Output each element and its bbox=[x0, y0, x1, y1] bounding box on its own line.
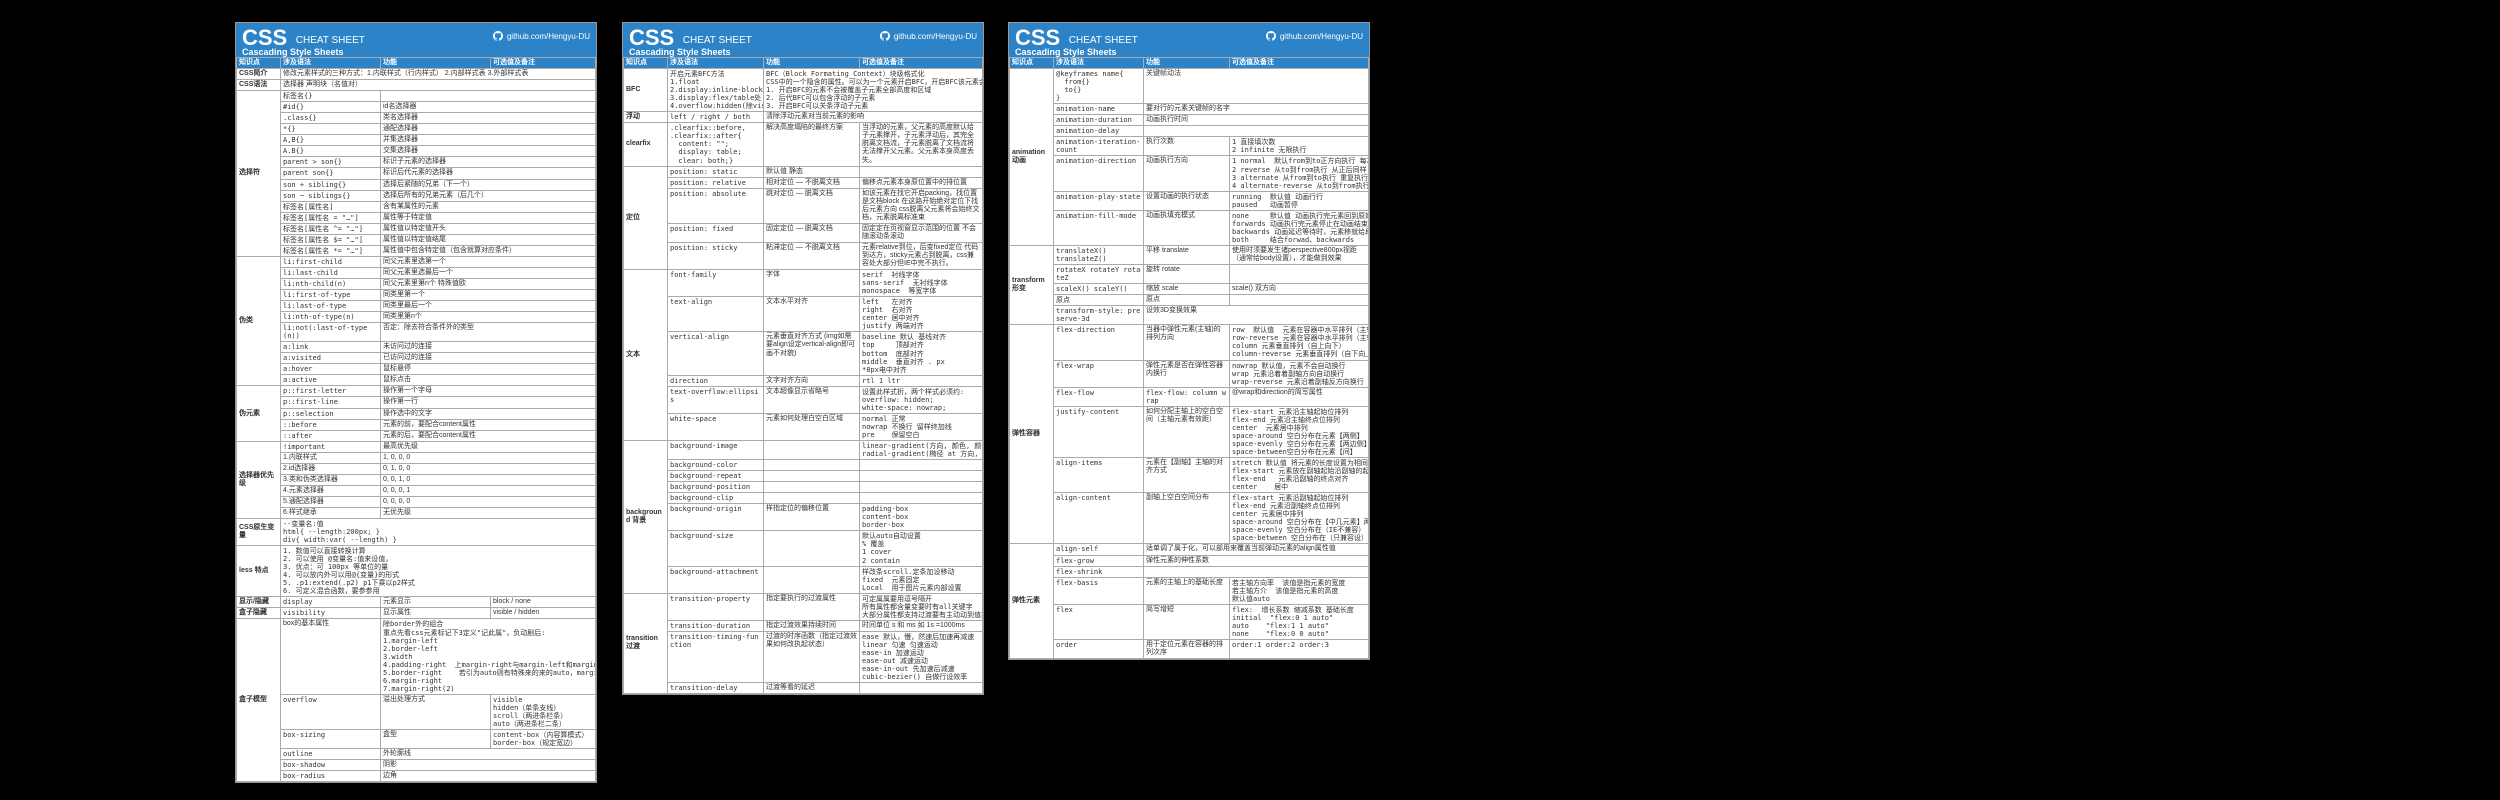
title-sub: CHEAT SHEET bbox=[296, 35, 365, 46]
cheatsheet-page-2: CSS CHEAT SHEET Cascading Style Sheets g… bbox=[622, 22, 984, 695]
github-link[interactable]: github.com/Hengyu-DU bbox=[1266, 31, 1363, 41]
header: CSS CHEAT SHEET Cascading Style Sheets g… bbox=[623, 23, 983, 57]
github-icon bbox=[880, 31, 890, 41]
col-2: 涉及语法 bbox=[281, 58, 381, 69]
title-line2: Cascading Style Sheets bbox=[242, 47, 590, 57]
title-big: CSS bbox=[242, 27, 287, 49]
header: CSS CHEAT SHEET Cascading Style Sheets g… bbox=[1009, 23, 1369, 57]
table-page-1: 知识点 涉及语法 功能 可选值及备注 CSS简介修改元素样式的三种方式：1.内联… bbox=[236, 57, 596, 782]
header: CSS CHEAT SHEET Cascading Style Sheets g… bbox=[236, 23, 596, 57]
col-3: 功能 bbox=[381, 58, 491, 69]
table-page-3: 知识点涉及语法功能可选值及备注 animation 动画 @keyframes … bbox=[1009, 57, 1369, 659]
cheatsheet-page-1: CSS CHEAT SHEET Cascading Style Sheets g… bbox=[235, 22, 597, 783]
github-link[interactable]: github.com/Hengyu-DU bbox=[880, 31, 977, 41]
col-4: 可选值及备注 bbox=[491, 58, 596, 69]
github-icon bbox=[493, 31, 503, 41]
cheatsheet-page-3: CSS CHEAT SHEET Cascading Style Sheets g… bbox=[1008, 22, 1370, 660]
github-icon bbox=[1266, 31, 1276, 41]
col-1: 知识点 bbox=[237, 58, 281, 69]
table-page-2: 知识点涉及语法功能可选值及备注 BFC开启元素BFC方法 1.float 2.d… bbox=[623, 57, 983, 694]
github-link[interactable]: github.com/Hengyu-DU bbox=[493, 31, 590, 41]
